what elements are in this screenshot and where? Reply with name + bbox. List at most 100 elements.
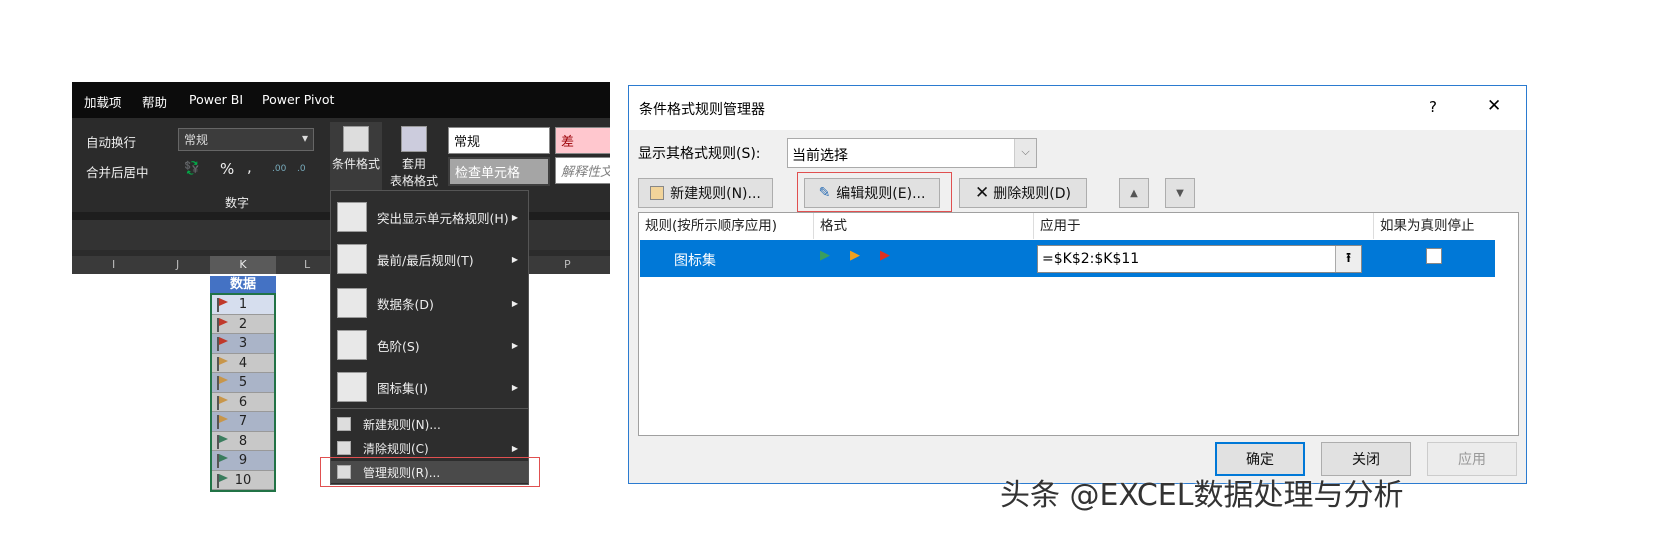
cell-value: 1	[238, 297, 248, 312]
menu-item-clear-rules[interactable]: 清除规则(C) ▶	[331, 437, 528, 459]
menu-item-data-bars[interactable]: 数据条(D) ▶	[331, 283, 528, 323]
data-cell[interactable]: 6	[212, 392, 274, 412]
stop-if-true-checkbox[interactable]	[1426, 248, 1442, 264]
number-format-dropdown[interactable]: 常规 ▾	[178, 128, 314, 151]
submenu-arrow-icon: ▶	[511, 382, 518, 392]
tab-powerpivot[interactable]: Power Pivot	[262, 92, 334, 107]
delete-rule-label: 删除规则(D)	[993, 186, 1071, 202]
style-check-cell[interactable]: 检查单元格	[448, 157, 550, 186]
data-cell[interactable]: 7	[212, 412, 274, 432]
menu-label: 清除规则(C)	[363, 441, 429, 456]
conditional-format-button[interactable]: 条件格式	[330, 122, 382, 194]
menu-label: 数据条(D)	[377, 296, 434, 312]
flag-icon	[217, 337, 228, 351]
conditional-format-label: 条件格式	[331, 157, 380, 171]
data-cell[interactable]: 1	[212, 295, 274, 315]
tab-addins[interactable]: 加载项	[84, 92, 122, 111]
format-as-table-button[interactable]: 套用 表格格式	[384, 122, 444, 194]
data-cell[interactable]: 4	[212, 353, 274, 373]
data-bars-icon	[337, 288, 367, 318]
new-rule-button[interactable]: 新建规则(N)...	[638, 178, 773, 208]
comma-button[interactable]: ,	[247, 158, 252, 176]
applies-to-input[interactable]: =$K$2:$K$11 ⭱	[1037, 245, 1362, 273]
red-flag-icon: ▶	[880, 248, 890, 263]
style-bad[interactable]: 差	[555, 127, 610, 154]
yellow-flag-icon: ▶	[850, 248, 860, 263]
merge-center-button[interactable]: 合并后居中	[86, 162, 149, 181]
header-cell[interactable]: 数据	[210, 276, 276, 293]
new-rule-label: 新建规则(N)...	[670, 186, 761, 202]
show-rules-value: 当前选择	[792, 148, 848, 164]
tab-help[interactable]: 帮助	[142, 92, 167, 111]
menu-item-icon-sets[interactable]: 图标集(I) ▶	[331, 367, 528, 407]
menu-divider	[331, 408, 528, 409]
column-j[interactable]: J	[176, 258, 179, 271]
flag-icon	[217, 434, 228, 449]
table-format-label-1: 套用	[401, 157, 426, 171]
data-cell[interactable]: 3	[212, 334, 274, 354]
menu-label: 色阶(S)	[377, 338, 420, 354]
apply-button[interactable]: 应用	[1427, 442, 1517, 476]
delete-rule-button[interactable]: ✕ 删除规则(D)	[959, 178, 1087, 208]
new-rule-icon	[337, 417, 351, 431]
flag-icon	[217, 415, 228, 429]
column-i[interactable]: I	[112, 258, 115, 271]
chevron-down-icon: ⌵	[1014, 139, 1036, 167]
tab-powerbi[interactable]: Power BI	[189, 92, 243, 107]
cell-value: 6	[238, 394, 248, 410]
move-down-button[interactable]: ▼	[1165, 178, 1195, 208]
table-format-label-2: 表格格式	[389, 174, 438, 188]
flag-icon	[217, 317, 228, 332]
column-k[interactable]: K	[210, 256, 276, 274]
rule-row[interactable]: 图标集 ▶ ▶ ▶ =$K$2:$K$11 ⭱	[640, 240, 1495, 277]
menu-item-top-bottom-rules[interactable]: 最前/最后规则(T) ▶	[331, 239, 528, 279]
flag-icon	[217, 395, 228, 410]
submenu-arrow-icon: ▶	[511, 212, 518, 222]
data-cell[interactable]: 2	[212, 314, 274, 334]
menu-item-highlight-cells-rules[interactable]: 突出显示单元格规则(H) ▶	[331, 197, 528, 237]
close-icon[interactable]: ✕	[1487, 96, 1501, 116]
data-cell[interactable]: 8	[212, 431, 274, 451]
rules-manager-dialog: 条件格式规则管理器 ? ✕ 显示其格式规则(S): 当前选择 ⌵ 新建规则(N)…	[628, 85, 1527, 484]
conditional-format-menu: 突出显示单元格规则(H) ▶ 最前/最后规则(T) ▶ 数据条(D) ▶ 色阶(S) ▶ 图标集…	[330, 190, 529, 485]
style-normal[interactable]: 常规	[448, 127, 550, 154]
data-column: 数据 1 2 3 4 5 6 7 8 9 10	[210, 276, 276, 492]
percent-button[interactable]: %	[220, 160, 234, 178]
cell-value: 5	[238, 375, 248, 390]
cell-value: 7	[238, 414, 248, 429]
title-bar: 条件格式规则管理器 ? ✕	[629, 86, 1526, 130]
ribbon-tabs: 加载项 帮助 Power BI Power Pivot	[72, 82, 610, 118]
column-p[interactable]: P	[564, 258, 571, 271]
menu-label: 图标集(I)	[377, 380, 428, 396]
flag-icon	[217, 298, 228, 312]
increase-decimal-button[interactable]: .00	[272, 164, 286, 174]
move-up-button[interactable]: ▲	[1119, 178, 1149, 208]
format-preview-flags: ▶ ▶ ▶	[820, 248, 890, 263]
highlight-edit-rule	[797, 172, 952, 212]
data-cell[interactable]: 9	[212, 451, 274, 471]
data-cell[interactable]: 5	[212, 373, 274, 393]
menu-item-color-scales[interactable]: 色阶(S) ▶	[331, 325, 528, 365]
style-explanatory[interactable]: 解释性文	[555, 157, 610, 184]
currency-icon[interactable]: 💱	[184, 160, 200, 176]
highlight-manage-rules	[320, 457, 540, 487]
show-rules-dropdown[interactable]: 当前选择 ⌵	[787, 138, 1037, 168]
number-format-value: 常规	[184, 133, 209, 147]
wrap-text-button[interactable]: 自动换行	[86, 132, 136, 151]
menu-item-new-rule[interactable]: 新建规则(N)...	[331, 413, 528, 435]
number-group-label: 数字	[225, 196, 250, 210]
cell-value: 2	[238, 316, 248, 332]
data-cell[interactable]: 10	[212, 470, 274, 490]
top-bottom-rules-icon	[337, 244, 367, 274]
applies-to-value: =$K$2:$K$11	[1042, 251, 1140, 267]
menu-label: 最前/最后规则(T)	[377, 252, 474, 268]
flag-icon	[217, 454, 228, 468]
decrease-decimal-button[interactable]: .0	[297, 164, 306, 174]
submenu-arrow-icon: ▶	[511, 298, 518, 308]
submenu-arrow-icon: ▶	[511, 340, 518, 350]
col-applies-to: 应用于	[1034, 213, 1374, 239]
collapse-range-icon[interactable]: ⭱	[1335, 246, 1361, 272]
submenu-arrow-icon: ▶	[511, 254, 518, 264]
help-button[interactable]: ?	[1429, 98, 1437, 116]
column-l[interactable]: L	[304, 258, 310, 271]
